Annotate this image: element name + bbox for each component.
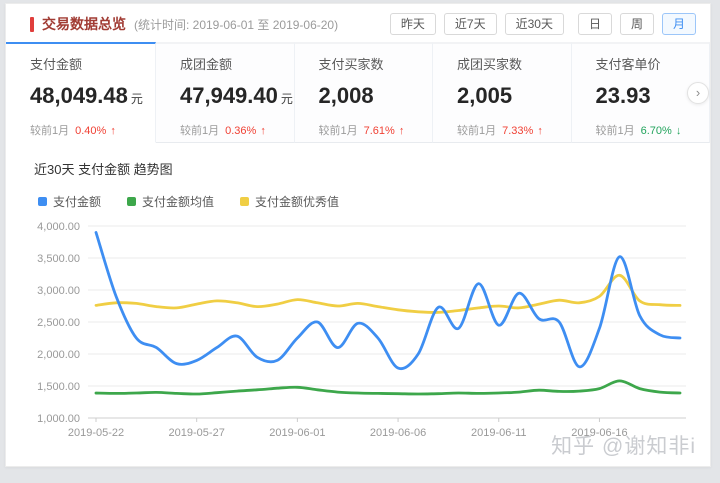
metric-value: 2,005 <box>457 83 571 109</box>
trend-chart-section: 近30天 支付金额 趋势图 支付金额 支付金额均值 支付金额优秀值 4,000.… <box>6 159 710 457</box>
svg-text:3,500.00: 3,500.00 <box>37 253 80 265</box>
metric-value: 48,049.48元 <box>30 83 155 109</box>
metric-tab-paying-buyers[interactable]: 支付买家数 2,008 较前1月7.61%↑ <box>295 42 434 143</box>
watermark: 知乎 @谢知非i <box>551 430 696 460</box>
svg-text:2019-06-06: 2019-06-06 <box>370 427 426 439</box>
button-month[interactable]: 月 <box>662 13 696 35</box>
change-percent: 7.61% <box>364 125 395 137</box>
stat-time-range: (统计时间: 2019-06-01 至 2019-06-20) <box>134 16 338 33</box>
legend-swatch-yellow <box>240 197 249 206</box>
trend-arrow-icon: ↑ <box>260 125 266 137</box>
trend-arrow-icon: ↑ <box>399 125 405 137</box>
metric-tab-group-buyers[interactable]: 成团买家数 2,005 较前1月7.33%↑ <box>433 42 572 143</box>
svg-text:1,500.00: 1,500.00 <box>37 381 80 393</box>
button-last30days[interactable]: 近30天 <box>505 13 564 35</box>
granularity-button-group: 日 周 月 <box>578 13 696 35</box>
trend-chart: 4,000.00 3,500.00 3,000.00 2,500.00 2,000.00… <box>26 218 710 457</box>
legend-swatch-blue <box>38 197 47 206</box>
legend-label: 支付金额优秀值 <box>255 193 339 210</box>
metric-label: 支付买家数 <box>319 54 433 73</box>
card-header: 交易数据总览 (统计时间: 2019-06-01 至 2019-06-20) 昨… <box>6 4 710 39</box>
chevron-right-icon[interactable]: › <box>687 82 709 104</box>
metric-value: 47,949.40元 <box>180 83 294 109</box>
svg-text:4,000.00: 4,000.00 <box>37 221 80 233</box>
metric-label: 支付客单价 <box>596 54 710 73</box>
metric-tab-payment-amount[interactable]: 支付金额 48,049.48元 较前1月0.40%↑ <box>6 42 156 143</box>
trend-chart-svg: 4,000.00 3,500.00 3,000.00 2,500.00 2,000.00… <box>26 218 698 452</box>
legend-item-excellent[interactable]: 支付金额优秀值 <box>240 193 339 210</box>
change-percent: 7.33% <box>502 125 533 137</box>
page-title: 交易数据总览 <box>42 14 126 34</box>
button-last7days[interactable]: 近7天 <box>444 13 497 35</box>
metric-label: 成团买家数 <box>457 54 571 73</box>
button-yesterday[interactable]: 昨天 <box>390 13 436 35</box>
metric-compare: 较前1月0.40%↑ <box>30 122 155 138</box>
svg-text:2019-05-27: 2019-05-27 <box>169 427 225 439</box>
chart-legend: 支付金额 支付金额均值 支付金额优秀值 <box>38 193 710 210</box>
trend-arrow-icon: ↑ <box>110 125 116 137</box>
range-button-group: 昨天 近7天 近30天 <box>390 13 564 35</box>
change-percent: 6.70% <box>641 125 672 137</box>
metric-label: 支付金额 <box>30 54 155 73</box>
metric-tabs-row: 支付金额 48,049.48元 较前1月0.40%↑ 成团金额 47,949.4… <box>6 42 710 143</box>
metric-unit: 元 <box>131 92 143 106</box>
trend-arrow-icon: ↓ <box>676 125 682 137</box>
legend-swatch-green <box>127 197 136 206</box>
svg-text:2019-06-11: 2019-06-11 <box>471 427 526 439</box>
metric-compare: 较前1月0.36%↑ <box>180 122 294 138</box>
legend-label: 支付金额 <box>53 193 101 210</box>
title-accent-bar <box>30 17 34 32</box>
metric-tab-group-amount[interactable]: 成团金额 47,949.40元 较前1月0.36%↑ <box>156 42 295 143</box>
button-day[interactable]: 日 <box>578 13 612 35</box>
metric-value: 2,008 <box>319 83 433 109</box>
svg-text:1,000.00: 1,000.00 <box>37 413 80 425</box>
trend-arrow-icon: ↑ <box>537 125 543 137</box>
svg-text:3,000.00: 3,000.00 <box>37 285 80 297</box>
svg-text:2,000.00: 2,000.00 <box>37 349 80 361</box>
change-percent: 0.40% <box>75 125 106 137</box>
svg-text:2,500.00: 2,500.00 <box>37 317 80 329</box>
svg-text:2019-05-22: 2019-05-22 <box>68 427 124 439</box>
change-percent: 0.36% <box>225 125 256 137</box>
dashboard-card: 交易数据总览 (统计时间: 2019-06-01 至 2019-06-20) 昨… <box>5 3 711 467</box>
metric-compare: 较前1月7.61%↑ <box>319 122 433 138</box>
svg-text:2019-06-01: 2019-06-01 <box>269 427 325 439</box>
legend-item-payment[interactable]: 支付金额 <box>38 193 101 210</box>
metric-label: 成团金额 <box>180 54 294 73</box>
chart-title: 近30天 支付金额 趋势图 <box>34 159 710 178</box>
metric-compare: 较前1月7.33%↑ <box>457 122 571 138</box>
legend-label: 支付金额均值 <box>142 193 214 210</box>
legend-item-average[interactable]: 支付金额均值 <box>127 193 214 210</box>
metric-unit: 元 <box>281 92 293 106</box>
metric-compare: 较前1月6.70%↓ <box>596 122 710 138</box>
button-week[interactable]: 周 <box>620 13 654 35</box>
